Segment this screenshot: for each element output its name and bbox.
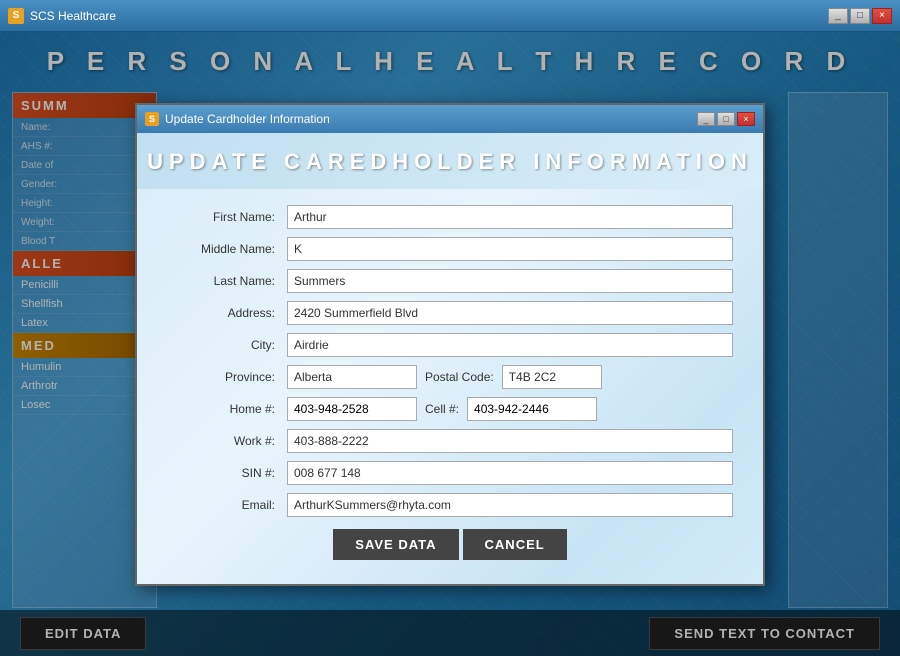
home-number-input[interactable] (287, 397, 417, 421)
email-input[interactable] (287, 493, 733, 517)
modal-buttons: SAVE DATA CANCEL (167, 529, 733, 560)
province-label: Province: (167, 370, 287, 384)
address-input[interactable] (287, 301, 733, 325)
postal-code-input[interactable] (502, 365, 602, 389)
cell-number-label: Cell #: (425, 402, 459, 416)
modal-overlay: S Update Cardholder Information _ □ × UP… (0, 32, 900, 656)
modal-app-icon: S (145, 112, 159, 126)
save-data-button[interactable]: SAVE DATA (333, 529, 458, 560)
province-input[interactable] (287, 365, 417, 389)
postal-code-label: Postal Code: (425, 370, 494, 384)
cancel-button[interactable]: CANCEL (463, 529, 567, 560)
modal-window-controls: _ □ × (697, 112, 755, 126)
cell-number-input[interactable] (467, 397, 597, 421)
modal-title: Update Cardholder Information (165, 112, 697, 126)
city-input[interactable] (287, 333, 733, 357)
city-row: City: (167, 333, 733, 357)
email-row: Email: (167, 493, 733, 517)
outer-window-controls: _ □ × (828, 8, 892, 24)
outer-window: S SCS Healthcare _ □ × P E R S O N A L H… (0, 0, 900, 656)
first-name-row: First Name: (167, 205, 733, 229)
work-number-row: Work #: (167, 429, 733, 453)
modal-header-text: UPDATE CAREDHOLDER INFORMATION (137, 149, 763, 175)
middle-name-input[interactable] (287, 237, 733, 261)
close-button[interactable]: × (872, 8, 892, 24)
last-name-input[interactable] (287, 269, 733, 293)
email-label: Email: (167, 498, 287, 512)
outer-titlebar: S SCS Healthcare _ □ × (0, 0, 900, 32)
sin-label: SIN #: (167, 466, 287, 480)
home-number-label: Home #: (167, 402, 287, 416)
sin-input[interactable] (287, 461, 733, 485)
last-name-row: Last Name: (167, 269, 733, 293)
maximize-button[interactable]: □ (850, 8, 870, 24)
address-label: Address: (167, 306, 287, 320)
update-cardholder-modal: S Update Cardholder Information _ □ × UP… (135, 103, 765, 586)
modal-minimize-button[interactable]: _ (697, 112, 715, 126)
first-name-label: First Name: (167, 210, 287, 224)
modal-close-button[interactable]: × (737, 112, 755, 126)
modal-body: UPDATE CAREDHOLDER INFORMATION First Nam… (137, 133, 763, 584)
form-area: First Name: Middle Name: Last Name: (137, 189, 763, 568)
modal-maximize-button[interactable]: □ (717, 112, 735, 126)
city-label: City: (167, 338, 287, 352)
modal-titlebar: S Update Cardholder Information _ □ × (137, 105, 763, 133)
minimize-button[interactable]: _ (828, 8, 848, 24)
middle-name-label: Middle Name: (167, 242, 287, 256)
work-number-label: Work #: (167, 434, 287, 448)
address-row: Address: (167, 301, 733, 325)
middle-name-row: Middle Name: (167, 237, 733, 261)
modal-header: UPDATE CAREDHOLDER INFORMATION (137, 133, 763, 189)
app-icon: S (8, 8, 24, 24)
outer-window-title: SCS Healthcare (30, 9, 828, 23)
home-cell-row: Home #: Cell #: (167, 397, 733, 421)
work-number-input[interactable] (287, 429, 733, 453)
last-name-label: Last Name: (167, 274, 287, 288)
main-content: P E R S O N A L H E A L T H R E C O R D … (0, 32, 900, 656)
sin-row: SIN #: (167, 461, 733, 485)
first-name-input[interactable] (287, 205, 733, 229)
province-postal-row: Province: Postal Code: (167, 365, 733, 389)
